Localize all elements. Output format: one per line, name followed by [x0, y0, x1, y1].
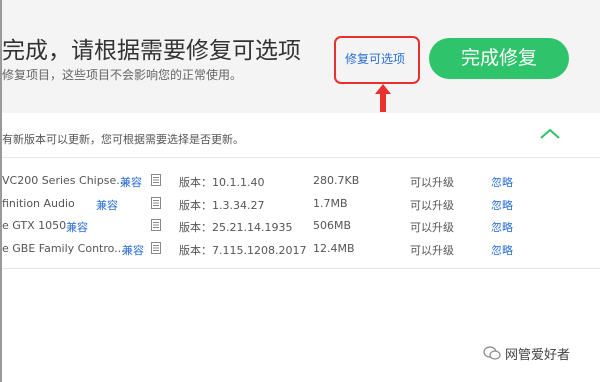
watermark-text: 网管爱好者: [505, 348, 571, 363]
annotation-highlight-box: [334, 36, 420, 84]
annotation-arrow-icon: [375, 84, 391, 112]
update-section-note: 有新版本可以更新，您可根据需要选择是否更新。: [2, 133, 244, 146]
driver-row: finition Audio 兼容 版本：1.3.34.27 1.7MB 可以升…: [2, 193, 600, 216]
document-icon[interactable]: [151, 196, 161, 209]
driver-version: 版本：1.3.34.27: [179, 198, 265, 212]
chevron-up-icon[interactable]: [538, 126, 562, 142]
driver-row: e GTX 1050 兼容 版本：25.21.14.1935 506MB 可以升…: [2, 215, 600, 238]
document-icon[interactable]: [151, 241, 161, 254]
upgrade-status: 可以升级: [410, 221, 454, 234]
ignore-link[interactable]: 忽略: [491, 174, 513, 190]
upgrade-status: 可以升级: [410, 198, 454, 212]
driver-version: 版本：25.21.14.1935: [179, 221, 293, 234]
update-section-header: 有新版本可以更新，您可根据需要选择是否更新。: [2, 114, 600, 158]
driver-row: VC200 Series Chipse... 兼容 版本：10.1.1.40 2…: [2, 170, 600, 193]
driver-size: 506MB: [313, 219, 352, 232]
header-subtitle: 修复项目，这些项目不会影响您的正常使用。: [2, 68, 243, 82]
compat-badge: 兼容: [66, 221, 88, 234]
wechat-icon: [483, 346, 501, 360]
driver-name: e GTX 1050: [2, 219, 67, 232]
driver-name: VC200 Series Chipse...: [2, 174, 127, 187]
compat-badge: 兼容: [120, 176, 142, 189]
ignore-link[interactable]: 忽略: [491, 242, 513, 258]
driver-name: finition Audio: [2, 196, 75, 210]
document-icon[interactable]: [151, 219, 161, 231]
complete-repair-button[interactable]: 完成修复: [429, 38, 569, 79]
driver-version: 版本：10.1.1.40: [179, 176, 265, 189]
driver-row: e GBE Family Contro... 兼容 版本：7.115.1208.…: [2, 238, 600, 261]
driver-size: 280.7KB: [313, 174, 360, 187]
header-title: 完成，请根据需要修复可选项: [2, 38, 301, 64]
compat-badge: 兼容: [96, 198, 118, 212]
ignore-link[interactable]: 忽略: [491, 219, 513, 235]
driver-list: VC200 Series Chipse... 兼容 版本：10.1.1.40 2…: [2, 170, 600, 260]
upgrade-status: 可以升级: [410, 176, 454, 189]
driver-version: 版本：7.115.1208.2017: [179, 243, 307, 257]
driver-name: e GBE Family Contro...: [2, 241, 125, 255]
list-divider: [2, 268, 600, 269]
driver-size: 1.7MB: [313, 196, 348, 210]
upgrade-status: 可以升级: [410, 243, 454, 257]
compat-badge: 兼容: [122, 243, 144, 257]
document-icon[interactable]: [151, 174, 161, 186]
ignore-link[interactable]: 忽略: [491, 197, 513, 213]
driver-size: 12.4MB: [313, 241, 355, 255]
